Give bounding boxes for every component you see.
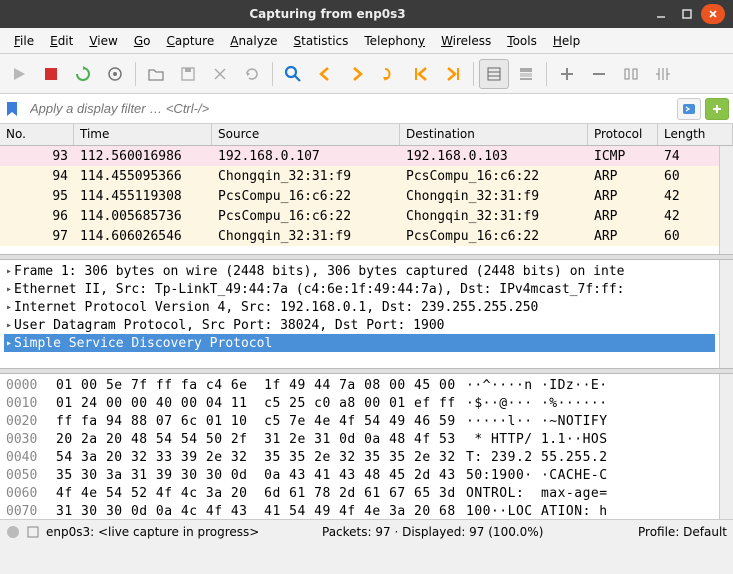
hex-row[interactable]: 001001 24 00 00 40 00 04 11 c5 25 c0 a8 … (6, 396, 713, 414)
display-filter-input[interactable] (24, 97, 673, 120)
column-header-destination[interactable]: Destination (400, 124, 588, 145)
expert-info-icon[interactable] (6, 525, 20, 539)
hex-row[interactable]: 005035 30 3a 31 39 30 30 0d 0a 43 41 43 … (6, 468, 713, 486)
window-titlebar: Capturing from enp0s3 (0, 0, 733, 28)
hex-row[interactable]: 000001 00 5e 7f ff fa c4 6e 1f 49 44 7a … (6, 378, 713, 396)
start-capture-button[interactable] (4, 59, 34, 89)
restart-capture-button[interactable] (68, 59, 98, 89)
status-packets: Packets: 97 · Displayed: 97 (100.0%) (322, 525, 638, 539)
colorize-button[interactable] (511, 59, 541, 89)
window-title: Capturing from enp0s3 (8, 7, 647, 21)
packet-row[interactable]: 93112.560016986192.168.0.107192.168.0.10… (0, 146, 719, 166)
save-file-button[interactable] (173, 59, 203, 89)
find-packet-button[interactable] (278, 59, 308, 89)
zoom-in-button[interactable] (552, 59, 582, 89)
hex-scrollbar[interactable] (719, 374, 733, 519)
hex-row[interactable]: 007031 30 30 0d 0a 4c 4f 43 41 54 49 4f … (6, 504, 713, 519)
detail-line[interactable]: ▸Internet Protocol Version 4, Src: 192.1… (4, 298, 715, 316)
packet-list-pane: No. Time Source Destination Protocol Len… (0, 124, 733, 254)
status-profile[interactable]: Profile: Default (638, 525, 727, 539)
packet-row[interactable]: 94114.455095366Chongqin_32:31:f9PcsCompu… (0, 166, 719, 186)
filter-bookmark-icon[interactable] (4, 101, 20, 117)
packet-list-body[interactable]: 93112.560016986192.168.0.107192.168.0.10… (0, 146, 719, 254)
hex-row[interactable]: 003020 2a 20 48 54 54 50 2f 31 2e 31 0d … (6, 432, 713, 450)
status-interface: enp0s3: <live capture in progress> (46, 525, 259, 539)
menu-go[interactable]: Go (126, 31, 159, 51)
prev-packet-button[interactable] (310, 59, 340, 89)
first-packet-button[interactable] (406, 59, 436, 89)
menubar: File Edit View Go Capture Analyze Statis… (0, 28, 733, 54)
toolbar-separator (546, 62, 547, 86)
toolbar-separator (473, 62, 474, 86)
hex-row[interactable]: 00604f 4e 54 52 4f 4c 3a 20 6d 61 78 2d … (6, 486, 713, 504)
close-button[interactable] (701, 4, 725, 24)
packet-bytes-pane[interactable]: 000001 00 5e 7f ff fa c4 6e 1f 49 44 7a … (0, 374, 719, 519)
column-header-length[interactable]: Length (658, 124, 733, 145)
detail-line[interactable]: ▸User Datagram Protocol, Src Port: 38024… (4, 316, 715, 334)
column-header-source[interactable]: Source (212, 124, 400, 145)
stop-capture-button[interactable] (36, 59, 66, 89)
menu-analyze[interactable]: Analyze (222, 31, 285, 51)
packet-list-header: No. Time Source Destination Protocol Len… (0, 124, 733, 146)
minimize-button[interactable] (649, 4, 673, 24)
packet-list-scrollbar[interactable] (719, 146, 733, 254)
column-header-protocol[interactable]: Protocol (588, 124, 658, 145)
resize-columns-button[interactable] (648, 59, 678, 89)
packet-row[interactable]: 97114.606026546Chongqin_32:31:f9PcsCompu… (0, 226, 719, 246)
auto-scroll-button[interactable] (479, 59, 509, 89)
main-toolbar (0, 54, 733, 94)
statusbar: enp0s3: <live capture in progress> Packe… (0, 519, 733, 543)
open-file-button[interactable] (141, 59, 171, 89)
detail-line[interactable]: ▸Frame 1: 306 bytes on wire (2448 bits),… (4, 262, 715, 280)
toolbar-separator (272, 62, 273, 86)
menu-tools[interactable]: Tools (499, 31, 545, 51)
next-packet-button[interactable] (342, 59, 372, 89)
column-header-time[interactable]: Time (74, 124, 212, 145)
packet-row[interactable]: 96114.005685736PcsCompu_16:c6:22Chongqin… (0, 206, 719, 226)
capture-file-icon[interactable] (26, 525, 40, 539)
menu-file[interactable]: File (6, 31, 42, 51)
maximize-button[interactable] (675, 4, 699, 24)
filter-expression-button[interactable] (677, 98, 701, 120)
filter-add-button[interactable] (705, 98, 729, 120)
hex-row[interactable]: 004054 3a 20 32 33 39 2e 32 35 35 2e 32 … (6, 450, 713, 468)
menu-view[interactable]: View (81, 31, 125, 51)
details-scrollbar[interactable] (719, 260, 733, 368)
column-header-no[interactable]: No. (0, 124, 74, 145)
zoom-out-button[interactable] (584, 59, 614, 89)
close-file-button[interactable] (205, 59, 235, 89)
menu-wireless[interactable]: Wireless (433, 31, 499, 51)
toolbar-separator (135, 62, 136, 86)
zoom-reset-button[interactable] (616, 59, 646, 89)
last-packet-button[interactable] (438, 59, 468, 89)
menu-capture[interactable]: Capture (158, 31, 222, 51)
menu-statistics[interactable]: Statistics (286, 31, 357, 51)
reload-button[interactable] (237, 59, 267, 89)
goto-packet-button[interactable] (374, 59, 404, 89)
detail-line[interactable]: ▸Ethernet II, Src: Tp-LinkT_49:44:7a (c4… (4, 280, 715, 298)
hex-row[interactable]: 0020ff fa 94 88 07 6c 01 10 c5 7e 4e 4f … (6, 414, 713, 432)
detail-line[interactable]: ▸Simple Service Discovery Protocol (4, 334, 715, 352)
packet-details-pane[interactable]: ▸Frame 1: 306 bytes on wire (2448 bits),… (0, 260, 719, 368)
packet-row[interactable]: 95114.455119308PcsCompu_16:c6:22Chongqin… (0, 186, 719, 206)
menu-telephony[interactable]: Telephony (356, 31, 433, 51)
menu-edit[interactable]: Edit (42, 31, 81, 51)
menu-help[interactable]: Help (545, 31, 588, 51)
capture-options-button[interactable] (100, 59, 130, 89)
display-filter-bar (0, 94, 733, 124)
